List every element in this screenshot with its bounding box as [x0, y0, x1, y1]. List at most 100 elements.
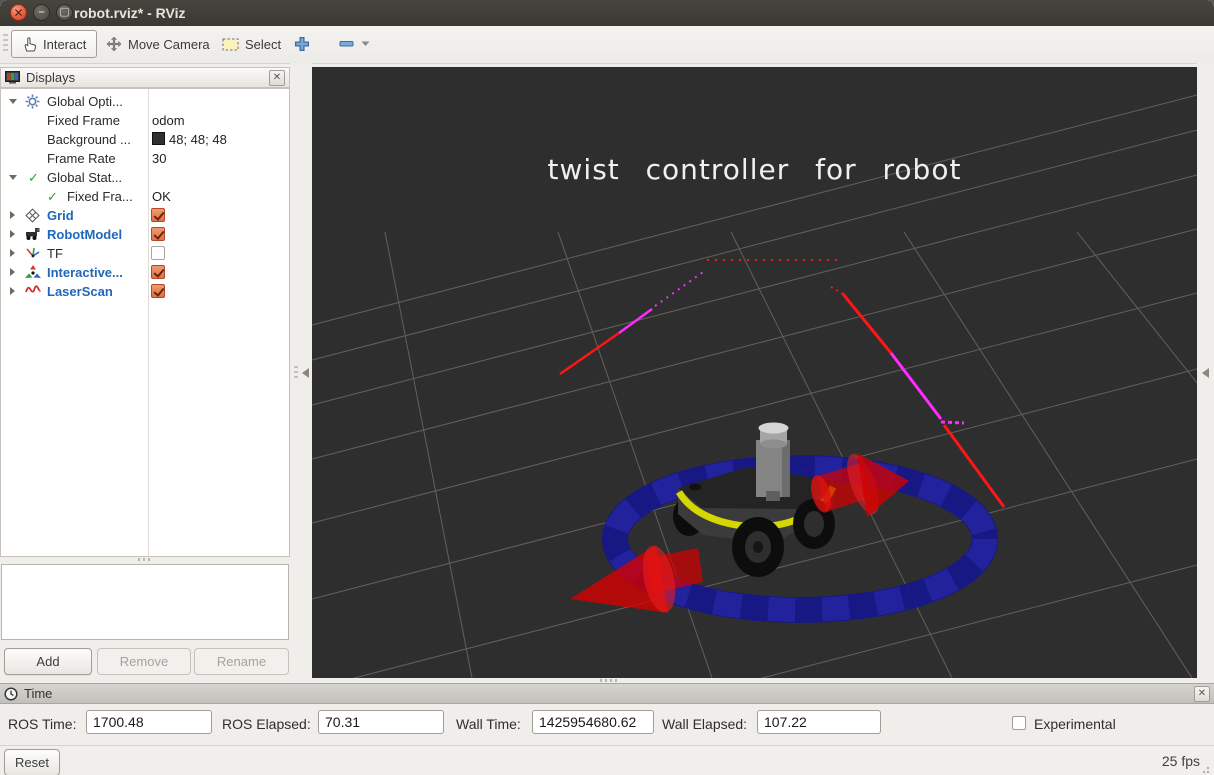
move-arrows-icon	[106, 36, 122, 51]
status-ok-check-icon: ✓	[28, 170, 39, 185]
tree-item-label: Frame Rate	[47, 151, 116, 166]
chevron-down-icon	[361, 41, 370, 46]
collapse-arrow-icon[interactable]	[9, 175, 17, 180]
frame-rate-value[interactable]: 30	[152, 151, 166, 166]
reset-button[interactable]: Reset	[4, 749, 60, 775]
window-minimize-button[interactable]: –	[33, 4, 50, 21]
plus-icon	[294, 36, 310, 52]
window-title: robot.rviz* - RViz	[74, 5, 186, 21]
fixed-frame-status-value: OK	[152, 189, 171, 204]
interact-tool-button[interactable]: Interact	[11, 30, 98, 58]
tf-enabled-checkbox[interactable]	[151, 246, 165, 260]
rename-display-button[interactable]: Rename	[194, 648, 289, 675]
ros-time-input[interactable]	[86, 710, 212, 734]
time-panel-body: ROS Time: ROS Elapsed: Wall Time: Wall E…	[0, 704, 1214, 745]
time-panel-close-button[interactable]: ✕	[1194, 685, 1210, 702]
robot-model-icon	[25, 227, 41, 242]
render-viewport[interactable]: twist controller for robot	[312, 67, 1197, 678]
tree-row-laserscan[interactable]: LaserScan	[1, 282, 289, 301]
grid-enabled-checkbox[interactable]	[151, 208, 165, 222]
interact-tool-label: Interact	[43, 36, 87, 52]
tree-row-global-options[interactable]: Global Opti...	[1, 92, 289, 111]
color-swatch	[152, 132, 165, 145]
titlebar: ✕ – ▢ robot.rviz* - RViz	[0, 0, 1214, 27]
ros-elapsed-input[interactable]	[318, 710, 444, 734]
tree-item-label: Global Opti...	[47, 94, 123, 109]
time-panel-title: Time	[24, 686, 53, 701]
window-close-button[interactable]: ✕	[10, 4, 27, 21]
expand-arrow-icon[interactable]	[10, 230, 15, 238]
tree-row-background-color[interactable]: Background ... 48; 48; 48	[1, 130, 289, 149]
window-resize-grip[interactable]	[1202, 764, 1212, 774]
interactive-markers-enabled-checkbox[interactable]	[151, 265, 165, 279]
remove-tool-button[interactable]	[329, 30, 380, 58]
add-display-button[interactable]: Add	[4, 648, 92, 675]
toolbar-grip[interactable]	[3, 34, 8, 54]
tree-row-global-status[interactable]: ✓ Global Stat...	[1, 168, 289, 187]
robotmodel-enabled-checkbox[interactable]	[151, 227, 165, 241]
displays-panel-icon	[5, 71, 20, 84]
tree-item-label: Background ...	[47, 132, 131, 147]
ros-time-label: ROS Time:	[8, 716, 77, 732]
clock-icon	[4, 686, 18, 701]
minus-icon	[339, 41, 354, 47]
tree-row-tf[interactable]: TF	[1, 244, 289, 263]
collapse-left-panel-icon[interactable]	[302, 368, 309, 378]
expand-arrow-icon[interactable]	[10, 249, 15, 257]
tree-item-label: Fixed Fra...	[67, 189, 133, 204]
window-maximize-button[interactable]: ▢	[56, 4, 73, 21]
tree-item-label: LaserScan	[47, 284, 113, 299]
remove-display-button[interactable]: Remove	[97, 648, 191, 675]
experimental-checkbox[interactable]	[1012, 716, 1026, 730]
rviz-window: ✕ – ▢ robot.rviz* - RViz Interact Move C…	[0, 0, 1214, 775]
wall-time-label: Wall Time:	[456, 716, 521, 732]
tree-item-label: Fixed Frame	[47, 113, 120, 128]
tree-row-grid[interactable]: Grid	[1, 206, 289, 225]
expand-arrow-icon[interactable]	[10, 268, 15, 276]
gear-icon	[25, 94, 41, 109]
panel-splitter[interactable]	[138, 558, 152, 561]
displays-panel-title: Displays	[26, 70, 76, 85]
tree-row-fixed-frame[interactable]: Fixed Frame odom	[1, 111, 289, 130]
time-panel-header[interactable]: Time ✕	[0, 683, 1214, 704]
tree-row-robotmodel[interactable]: RobotModel	[1, 225, 289, 244]
splitter-grip[interactable]	[294, 366, 298, 380]
grid-display-icon	[25, 208, 41, 223]
statusbar: Reset 25 fps	[0, 745, 1214, 775]
expand-arrow-icon[interactable]	[10, 287, 15, 295]
add-tool-button[interactable]	[284, 30, 320, 58]
experimental-label: Experimental	[1034, 716, 1116, 732]
select-tool-button[interactable]: Select	[212, 30, 291, 58]
tf-axes-icon	[25, 246, 41, 261]
fps-counter: 25 fps	[1161, 753, 1200, 769]
expand-right-panel-icon[interactable]	[1202, 368, 1209, 378]
expand-arrow-icon[interactable]	[10, 211, 15, 219]
status-ok-check-icon: ✓	[47, 189, 58, 204]
collapse-arrow-icon[interactable]	[9, 99, 17, 104]
laserscan-enabled-checkbox[interactable]	[151, 284, 165, 298]
tree-row-interactive-markers[interactable]: Interactive...	[1, 263, 289, 282]
right-panel-splitter[interactable]	[1197, 63, 1214, 683]
selection-box-icon	[222, 38, 239, 50]
laser-scan-icon	[25, 284, 41, 299]
tree-item-label: Interactive...	[47, 265, 123, 280]
display-description-box	[1, 564, 289, 640]
time-panel-splitter-grip[interactable]	[600, 679, 618, 682]
move-camera-tool-button[interactable]: Move Camera	[96, 30, 220, 58]
displays-panel-close-button[interactable]: ✕	[269, 69, 285, 86]
interactive-markers-icon	[25, 265, 41, 280]
hand-cursor-icon	[24, 37, 37, 52]
left-panel-splitter[interactable]	[290, 63, 312, 683]
scene-overlay-text: twist controller for robot	[547, 153, 962, 186]
select-tool-label: Select	[245, 36, 282, 52]
displays-panel-header[interactable]: Displays ✕	[0, 67, 290, 88]
wall-elapsed-label: Wall Elapsed:	[662, 716, 748, 732]
fixed-frame-value[interactable]: odom	[152, 113, 185, 128]
wall-time-input[interactable]	[532, 710, 654, 734]
background-color-value[interactable]: 48; 48; 48	[152, 132, 227, 147]
tree-item-label: Global Stat...	[47, 170, 123, 185]
wall-elapsed-input[interactable]	[757, 710, 881, 734]
tree-row-fixed-frame-status[interactable]: ✓ Fixed Fra... OK	[1, 187, 289, 206]
ros-elapsed-label: ROS Elapsed:	[222, 716, 311, 732]
tree-row-frame-rate[interactable]: Frame Rate 30	[1, 149, 289, 168]
